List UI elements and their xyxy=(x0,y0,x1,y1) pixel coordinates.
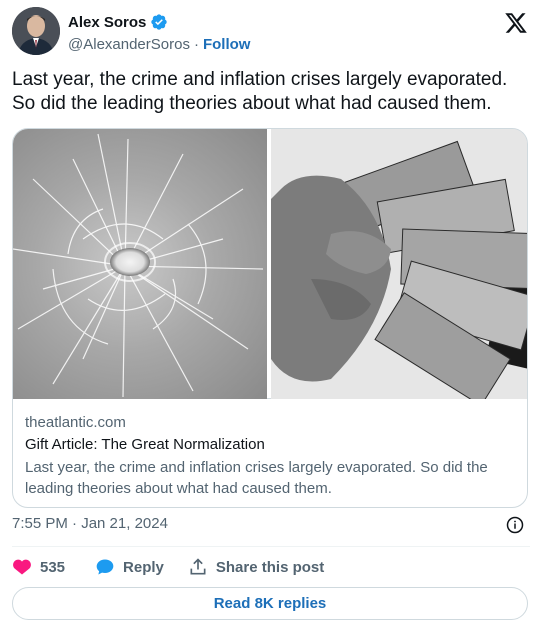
like-count: 535 xyxy=(40,558,66,576)
share-label: Share this post xyxy=(215,558,325,576)
reply-button[interactable]: Reply xyxy=(95,557,164,577)
like-button[interactable]: 535 xyxy=(12,557,65,577)
money-in-hand-image xyxy=(271,129,527,399)
reply-label: Reply xyxy=(123,558,164,576)
x-logo-icon[interactable] xyxy=(504,11,528,35)
link-card[interactable]: theatlantic.com Gift Article: The Great … xyxy=(12,128,528,508)
timestamp-row: 7:55 PM · Jan 21, 2024 xyxy=(12,515,530,537)
author-handle[interactable]: @AlexanderSoros xyxy=(68,36,190,53)
tweet-text: Last year, the crime and inflation crise… xyxy=(12,69,508,114)
card-description: Last year, the crime and inflation crise… xyxy=(25,459,488,497)
read-replies-button[interactable]: Read 8K replies xyxy=(12,587,528,620)
action-bar: 535 Reply Share this post xyxy=(12,556,324,578)
author-name[interactable]: Alex Soros xyxy=(68,14,146,31)
info-icon[interactable] xyxy=(506,516,524,534)
tweet-header: Alex Soros @AlexanderSoros · Follow xyxy=(12,7,530,55)
share-icon xyxy=(190,558,206,575)
follow-button[interactable]: Follow xyxy=(203,36,251,53)
tweet-timestamp[interactable]: 7:55 PM · Jan 21, 2024 xyxy=(12,515,168,532)
card-title: Gift Article: The Great Normalization xyxy=(25,436,265,453)
reply-bubble-icon xyxy=(96,559,114,575)
separator: · xyxy=(193,36,199,53)
heart-icon xyxy=(13,559,31,575)
verified-badge-icon xyxy=(150,13,168,31)
avatar[interactable] xyxy=(12,7,60,55)
share-button[interactable]: Share this post xyxy=(188,557,324,577)
divider xyxy=(12,546,530,547)
card-media xyxy=(13,129,527,399)
card-domain: theatlantic.com xyxy=(25,414,126,431)
shattered-glass-image xyxy=(13,129,267,399)
